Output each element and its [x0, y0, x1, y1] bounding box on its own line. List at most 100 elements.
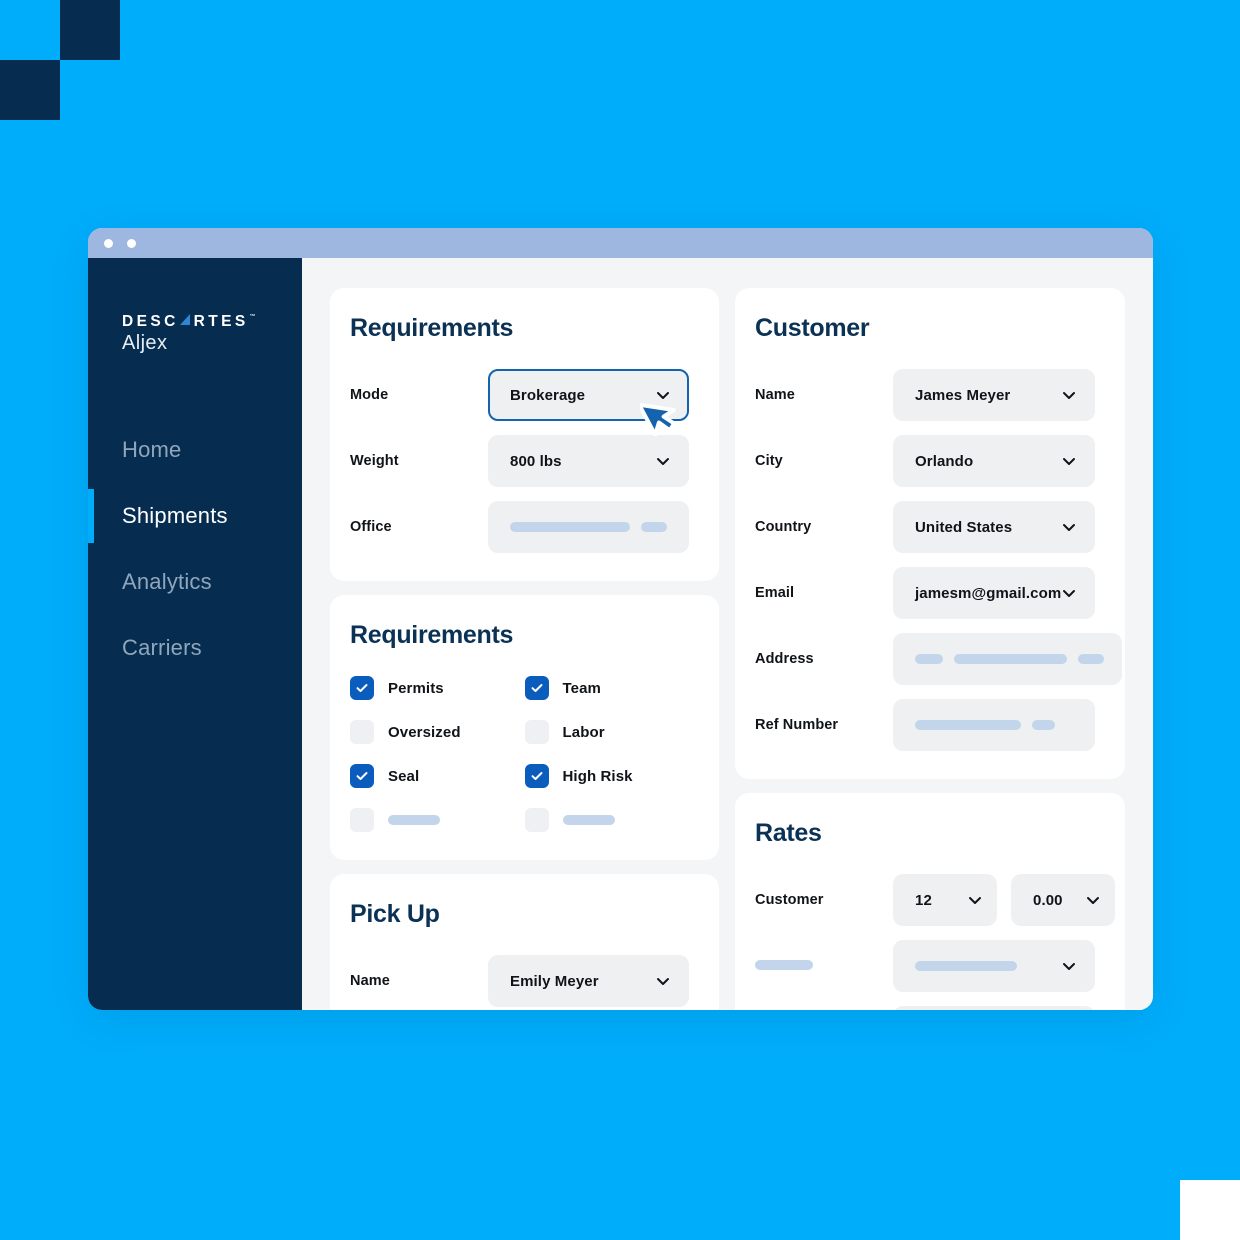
skeleton-placeholder: [510, 522, 671, 532]
skeleton-bar: [915, 654, 943, 664]
field-row-rates-placeholder: [755, 940, 1095, 992]
checkbox-item-labor[interactable]: Labor: [524, 720, 690, 744]
customer-city-value: Orlando: [915, 452, 974, 470]
checkbox-checked-icon[interactable]: [350, 764, 374, 788]
checkbox-checked-icon[interactable]: [350, 676, 374, 700]
field-label: City: [755, 453, 783, 469]
rates-amount-select[interactable]: 0.00: [1011, 874, 1115, 926]
card-customer: Customer Name James Meyer City Orlando C…: [735, 288, 1125, 779]
card-requirements-checks: Requirements Permits Team Oversized Labo…: [330, 595, 719, 860]
field-label: [755, 958, 893, 974]
checkbox-unchecked-icon[interactable]: [350, 720, 374, 744]
sidebar-item-analytics[interactable]: Analytics: [88, 549, 302, 615]
card-title: Rates: [755, 819, 822, 847]
field-label: Mode: [350, 387, 389, 403]
skeleton-bar: [1078, 654, 1104, 664]
field-label: Country: [755, 519, 812, 535]
skeleton-bar: [915, 961, 1017, 971]
field-row-customer-city: City Orlando: [755, 435, 1095, 487]
descartes-a-icon: [179, 314, 192, 329]
chevron-down-icon: [969, 897, 981, 904]
checkbox-label: Labor: [562, 723, 605, 741]
checkbox-unchecked-icon[interactable]: [524, 808, 549, 832]
trademark-glyph: ™: [249, 314, 256, 320]
app-window: DESC RTES ™ Aljex Home Shipments Analyti…: [88, 228, 1153, 1010]
card-title: Requirements: [350, 314, 514, 342]
checkbox-item-permits[interactable]: Permits: [350, 676, 515, 700]
card-requirements-fields: Requirements Mode Brokerage Weight 800 l…: [330, 288, 719, 581]
sidebar: DESC RTES ™ Aljex Home Shipments Analyti…: [88, 258, 302, 1010]
logo-product-name: Aljex: [122, 331, 168, 354]
logo-text-desc: DESC: [122, 313, 179, 330]
logo-text-rtes: RTES: [193, 313, 249, 330]
app-logo: DESC RTES ™ Aljex: [88, 314, 302, 355]
sidebar-item-label: Carriers: [122, 634, 202, 660]
office-field[interactable]: [488, 501, 689, 553]
skeleton-bar: [562, 815, 615, 825]
field-row-customer-email: Email jamesm@gmail.com: [755, 567, 1096, 619]
checkbox-unchecked-icon[interactable]: [350, 808, 374, 832]
pickup-name-select[interactable]: Emily Meyer: [488, 955, 689, 1007]
checkbox-item-oversized[interactable]: Oversized: [350, 720, 515, 744]
skeleton-bar: [954, 654, 1067, 664]
customer-name-select[interactable]: James Meyer: [893, 369, 1095, 421]
checkbox-item-placeholder[interactable]: [524, 808, 690, 832]
logo-wordmark: DESC RTES ™: [122, 314, 302, 330]
sidebar-item-shipments[interactable]: Shipments: [88, 483, 302, 549]
chevron-down-icon: [1063, 590, 1076, 597]
customer-address-field[interactable]: [893, 633, 1122, 685]
checkbox-label: High Risk: [562, 767, 633, 785]
decorative-square-bottom-right: [1180, 1180, 1240, 1240]
field-row-office: Office: [350, 501, 689, 553]
weight-select[interactable]: 800 lbs: [488, 435, 689, 487]
customer-country-select[interactable]: United States: [893, 501, 1095, 553]
rates-placeholder-field[interactable]: [893, 1006, 1095, 1010]
sidebar-nav: Home Shipments Analytics Carriers: [88, 417, 302, 681]
customer-name-value: James Meyer: [915, 386, 1011, 404]
field-label: Address: [755, 651, 814, 667]
chevron-down-icon: [657, 458, 669, 465]
checkbox-item-team[interactable]: Team: [524, 676, 690, 700]
checkbox-item-seal[interactable]: Seal: [350, 764, 515, 788]
rates-quantity-select[interactable]: 12: [893, 874, 997, 926]
window-titlebar: [88, 228, 1153, 258]
mode-select[interactable]: Brokerage: [488, 369, 689, 421]
field-label: Name: [755, 387, 795, 403]
checkbox-unchecked-icon[interactable]: [524, 720, 549, 744]
checkbox-label: Permits: [388, 679, 444, 697]
skeleton-placeholder: [915, 654, 1104, 664]
sidebar-item-label: Home: [122, 436, 182, 462]
checkbox-item-high-risk[interactable]: High Risk: [524, 764, 690, 788]
skeleton-placeholder: [915, 961, 1061, 971]
main-content: Requirements Mode Brokerage Weight 800 l…: [302, 258, 1153, 1010]
sidebar-item-label: Analytics: [122, 568, 212, 594]
checkbox-checked-icon[interactable]: [524, 764, 549, 788]
card-title: Pick Up: [350, 900, 440, 928]
card-title: Requirements: [350, 621, 514, 649]
rates-amount-value: 0.00: [1033, 891, 1063, 909]
skeleton-bar: [1032, 720, 1055, 730]
card-rates: Rates Customer 12 0.00: [735, 793, 1125, 1010]
customer-email-select[interactable]: jamesm@gmail.com: [893, 567, 1096, 619]
customer-city-select[interactable]: Orlando: [893, 435, 1095, 487]
sidebar-item-carriers[interactable]: Carriers: [88, 615, 302, 681]
field-row-rates-placeholder: [755, 1006, 1095, 1010]
window-dot-icon[interactable]: [104, 238, 113, 248]
field-row-pickup-name: Name Emily Meyer: [350, 955, 689, 1007]
customer-ref-number-field[interactable]: [893, 699, 1095, 751]
chevron-down-icon: [657, 978, 669, 985]
weight-select-value: 800 lbs: [510, 452, 562, 470]
checkbox-checked-icon[interactable]: [524, 676, 549, 700]
chevron-down-icon: [1063, 392, 1075, 399]
rates-placeholder-field[interactable]: [893, 940, 1095, 992]
field-label: Customer: [755, 892, 824, 908]
sidebar-item-label: Shipments: [122, 502, 228, 528]
checkbox-label: Seal: [388, 767, 420, 785]
window-dot-icon[interactable]: [127, 238, 136, 248]
sidebar-item-home[interactable]: Home: [88, 417, 302, 483]
field-row-customer-ref-number: Ref Number: [755, 699, 1095, 751]
checkbox-item-placeholder[interactable]: [350, 808, 515, 832]
pickup-name-value: Emily Meyer: [510, 972, 599, 990]
chevron-down-icon: [1063, 458, 1075, 465]
field-row-customer-address: Address: [755, 633, 1122, 685]
